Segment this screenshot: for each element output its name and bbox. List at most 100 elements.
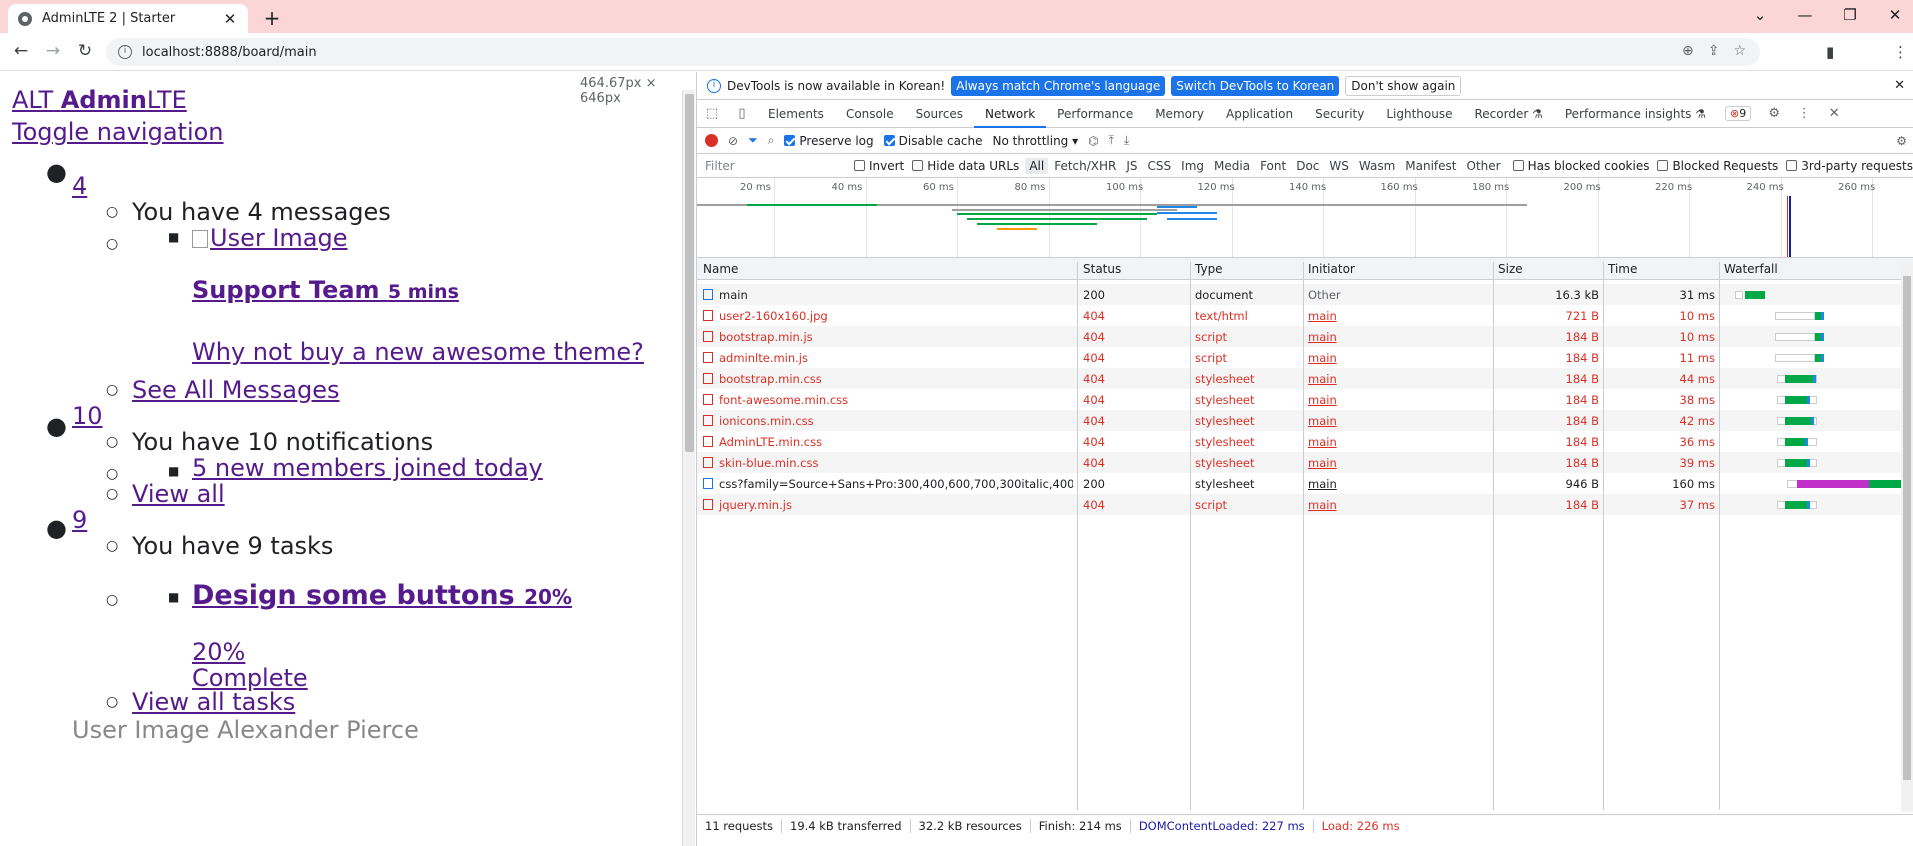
request-initiator[interactable]: main bbox=[1308, 477, 1337, 491]
view-all-link[interactable]: View all bbox=[132, 480, 225, 508]
record-button[interactable] bbox=[705, 134, 718, 147]
request-row[interactable]: jquery.min.js 404 script main 184 B 37 ms bbox=[697, 494, 1913, 515]
type-filter-doc[interactable]: Doc bbox=[1292, 158, 1323, 174]
request-initiator[interactable]: main bbox=[1308, 456, 1337, 470]
throttling-select[interactable]: No throttling ▾ bbox=[993, 134, 1079, 148]
close-devtools-icon[interactable]: ✕ bbox=[1819, 100, 1849, 128]
tab-security[interactable]: Security bbox=[1304, 100, 1375, 128]
type-filter-js[interactable]: JS bbox=[1122, 158, 1141, 174]
request-row[interactable]: ionicons.min.css 404 stylesheet main 184 B 42… bbox=[697, 410, 1913, 431]
user-menu-partial[interactable]: User Image Alexander Pierce bbox=[72, 716, 419, 744]
menu-kebab-icon[interactable]: ⋮ bbox=[1893, 43, 1908, 61]
minimize-button[interactable]: — bbox=[1790, 6, 1820, 24]
requests-scrollbar-thumb[interactable] bbox=[1903, 276, 1911, 780]
col-waterfall[interactable]: Waterfall bbox=[1724, 262, 1778, 276]
col-status[interactable]: Status bbox=[1083, 262, 1121, 276]
type-filter-all[interactable]: All bbox=[1025, 157, 1049, 174]
toggle-navigation-link[interactable]: Toggle navigation bbox=[12, 118, 224, 146]
timeline-overview[interactable]: 20 ms 40 ms 60 ms 80 ms 100 ms 120 ms 140 ms 16… bbox=[697, 178, 1913, 258]
tasks-count-link[interactable]: 9 bbox=[72, 506, 87, 534]
tab-network[interactable]: Network bbox=[974, 100, 1047, 128]
request-row[interactable]: AdminLTE.min.css 404 stylesheet main 184 B 36… bbox=[697, 431, 1913, 452]
third-party-checkbox[interactable]: 3rd-party requests bbox=[1786, 159, 1913, 173]
tab-search-icon[interactable]: ⌄ bbox=[1745, 6, 1775, 24]
tab-console[interactable]: Console bbox=[835, 100, 905, 128]
has-blocked-cookies-checkbox[interactable]: Has blocked cookies bbox=[1512, 159, 1649, 173]
type-filter-wasm[interactable]: Wasm bbox=[1355, 158, 1399, 174]
see-all-messages-link[interactable]: See All Messages bbox=[132, 376, 339, 404]
notification-item-link[interactable]: 5 new members joined today bbox=[192, 454, 543, 482]
col-type[interactable]: Type bbox=[1195, 262, 1223, 276]
progress-percent-link[interactable]: 20% bbox=[192, 638, 245, 666]
logo-link[interactable]: ALT AdminLTE bbox=[12, 86, 187, 114]
request-initiator[interactable]: main bbox=[1308, 351, 1337, 365]
bookmark-star-icon[interactable]: ☆ bbox=[1733, 43, 1746, 59]
type-filter-img[interactable]: Img bbox=[1177, 158, 1208, 174]
invert-checkbox[interactable]: Invert bbox=[853, 159, 904, 173]
export-har-icon[interactable]: ⤓ bbox=[1124, 133, 1129, 148]
message-from-link[interactable]: Support Team 5 mins bbox=[192, 276, 459, 304]
close-infobar-icon[interactable]: ✕ bbox=[1894, 78, 1905, 93]
request-initiator[interactable]: main bbox=[1308, 372, 1337, 386]
hide-data-urls-checkbox[interactable]: Hide data URLs bbox=[912, 159, 1019, 173]
tab-elements[interactable]: Elements bbox=[757, 100, 835, 128]
tab-performance-insights[interactable]: Performance insights ⚗ bbox=[1554, 100, 1717, 128]
zoom-icon[interactable]: ⊕ bbox=[1682, 43, 1694, 59]
request-row[interactable]: font-awesome.min.css 404 stylesheet main 184… bbox=[697, 389, 1913, 410]
col-time[interactable]: Time bbox=[1608, 262, 1637, 276]
type-filter-ws[interactable]: WS bbox=[1325, 158, 1352, 174]
col-size[interactable]: Size bbox=[1498, 262, 1523, 276]
restore-button[interactable]: ❐ bbox=[1835, 6, 1865, 24]
message-text-link[interactable]: Why not buy a new awesome theme? bbox=[192, 338, 644, 366]
match-language-button[interactable]: Always match Chrome's language bbox=[951, 75, 1166, 96]
request-row[interactable]: skin-blue.min.css 404 stylesheet main 184 B 3… bbox=[697, 452, 1913, 473]
request-row[interactable]: adminlte.min.js 404 script main 184 B 11 ms bbox=[697, 347, 1913, 368]
tab-recorder[interactable]: Recorder ⚗ bbox=[1464, 100, 1554, 128]
type-filter-fetch[interactable]: Fetch/XHR bbox=[1050, 158, 1120, 174]
page-scrollbar[interactable] bbox=[682, 90, 695, 846]
filter-funnel-icon[interactable]: ⏷ bbox=[748, 133, 758, 148]
share-icon[interactable]: ⇪ bbox=[1708, 43, 1720, 59]
more-options-icon[interactable]: ⋮ bbox=[1789, 100, 1819, 128]
tab-performance[interactable]: Performance bbox=[1046, 100, 1144, 128]
type-filter-css[interactable]: CSS bbox=[1144, 158, 1176, 174]
error-count-badge[interactable]: ⊗9 bbox=[1725, 106, 1752, 121]
request-initiator[interactable]: main bbox=[1308, 393, 1337, 407]
user-image-link[interactable]: User Image bbox=[192, 224, 348, 252]
type-filter-other[interactable]: Other bbox=[1463, 158, 1505, 174]
notifications-count-link[interactable]: 10 bbox=[72, 402, 103, 430]
request-row[interactable]: main 200 document Other 16.3 kB 31 ms bbox=[697, 284, 1913, 305]
network-settings-icon[interactable]: ⚙ bbox=[1896, 134, 1907, 148]
close-window-button[interactable]: ✕ bbox=[1880, 6, 1910, 24]
site-info-icon[interactable]: i bbox=[118, 45, 132, 59]
col-name[interactable]: Name bbox=[703, 262, 738, 276]
url-text[interactable]: localhost:8888/board/main bbox=[142, 45, 317, 60]
type-filter-manifest[interactable]: Manifest bbox=[1401, 158, 1460, 174]
tab-lighthouse[interactable]: Lighthouse bbox=[1375, 100, 1463, 128]
logo-text[interactable]: ALT AdminLTE bbox=[12, 86, 187, 114]
col-initiator[interactable]: Initiator bbox=[1308, 262, 1355, 276]
import-har-icon[interactable]: ⤒ bbox=[1109, 133, 1114, 148]
request-initiator[interactable]: main bbox=[1308, 435, 1337, 449]
settings-gear-icon[interactable]: ⚙ bbox=[1759, 100, 1789, 128]
new-tab-button[interactable]: + bbox=[260, 6, 284, 30]
request-row[interactable]: user2-160x160.jpg 404 text/html main 721 B 10… bbox=[697, 305, 1913, 326]
browser-tab[interactable]: AdminLTE 2 | Starter ✕ bbox=[8, 4, 248, 33]
back-arrow-icon[interactable]: ← bbox=[10, 41, 32, 61]
omnibox[interactable]: i localhost:8888/board/main ⊕ ⇪ ☆ bbox=[106, 38, 1760, 66]
blocked-requests-checkbox[interactable]: Blocked Requests bbox=[1657, 159, 1778, 173]
tab-sources[interactable]: Sources bbox=[905, 100, 974, 128]
tab-memory[interactable]: Memory bbox=[1144, 100, 1215, 128]
request-row[interactable]: bootstrap.min.js 404 script main 184 B 10 ms bbox=[697, 326, 1913, 347]
search-icon[interactable]: ⌕ bbox=[768, 133, 775, 148]
dont-show-again-button[interactable]: Don't show again bbox=[1345, 75, 1462, 96]
request-row[interactable]: css?family=Source+Sans+Pro:300,400,600,7… bbox=[697, 473, 1913, 494]
inspect-element-icon[interactable]: ⬚ bbox=[697, 100, 727, 128]
request-initiator[interactable]: main bbox=[1308, 330, 1337, 344]
forward-arrow-icon[interactable]: → bbox=[42, 41, 64, 61]
preserve-log-checkbox[interactable]: Preserve log bbox=[784, 134, 874, 148]
view-all-tasks-link[interactable]: View all tasks bbox=[132, 688, 295, 716]
type-filter-font[interactable]: Font bbox=[1256, 158, 1290, 174]
requests-scrollbar[interactable] bbox=[1901, 262, 1913, 812]
request-row[interactable]: bootstrap.min.css 404 stylesheet main 184 B 4… bbox=[697, 368, 1913, 389]
